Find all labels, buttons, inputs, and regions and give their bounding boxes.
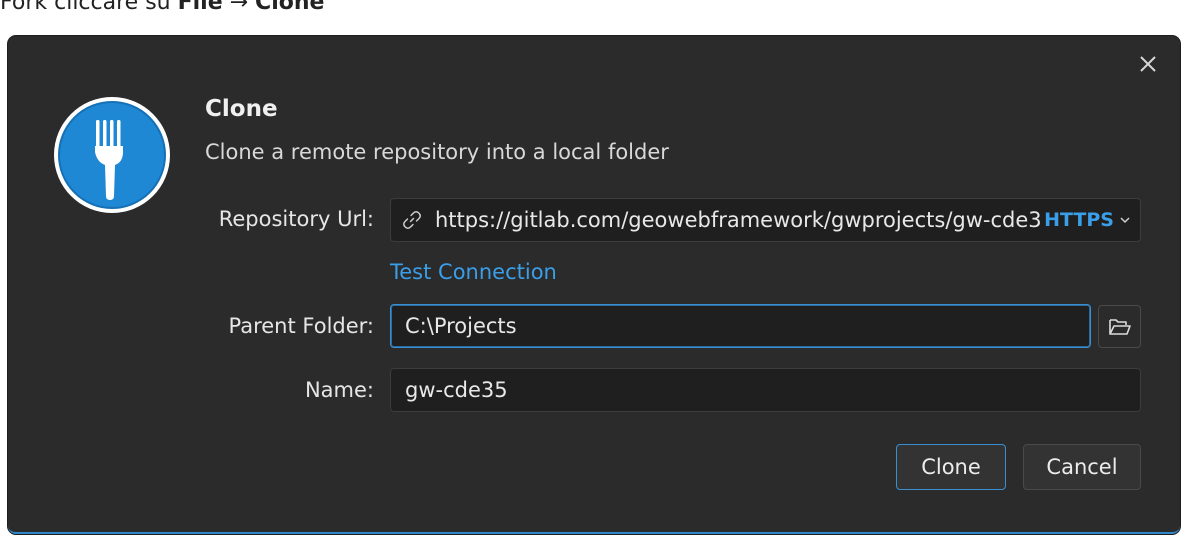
- browse-folder-button[interactable]: [1098, 305, 1141, 348]
- name-label: Name:: [304, 378, 374, 402]
- clone-button[interactable]: Clone: [896, 444, 1006, 490]
- link-icon: [403, 211, 421, 229]
- fork-logo-icon: [54, 97, 170, 213]
- parent-folder-input[interactable]: C:\Projects: [390, 304, 1091, 348]
- caption-menu: File: [177, 0, 223, 15]
- name-value: gw-cde35: [405, 378, 508, 402]
- caption-item: Clone: [255, 0, 325, 15]
- cancel-button[interactable]: Cancel: [1023, 444, 1141, 490]
- parent-folder-label: Parent Folder:: [228, 314, 374, 338]
- parent-folder-value: C:\Projects: [405, 314, 517, 338]
- folder-open-icon: [1108, 318, 1131, 335]
- repository-url-input[interactable]: https://gitlab.com/geowebframework/gwpro…: [390, 198, 1141, 242]
- test-connection-link[interactable]: Test Connection: [390, 260, 557, 284]
- repository-url-value: https://gitlab.com/geowebframework/gwpro…: [435, 208, 1041, 232]
- clone-dialog: Clone Clone a remote repository into a l…: [8, 36, 1180, 534]
- name-input[interactable]: gw-cde35: [390, 368, 1141, 412]
- caption-prefix: Fork cliccare su: [0, 0, 178, 15]
- dialog-subtitle: Clone a remote repository into a local f…: [205, 140, 669, 164]
- repository-url-label: Repository Url:: [218, 207, 374, 231]
- close-icon: [1140, 56, 1156, 72]
- chevron-down-icon: [1120, 217, 1130, 224]
- instruction-caption: Fork cliccare su File → Clone: [0, 0, 324, 18]
- dialog-title: Clone: [205, 96, 278, 122]
- close-button[interactable]: [1134, 50, 1162, 78]
- caption-arrow: →: [222, 0, 256, 15]
- protocol-value: HTTPS: [1044, 209, 1114, 231]
- protocol-dropdown[interactable]: HTTPS: [1040, 209, 1140, 231]
